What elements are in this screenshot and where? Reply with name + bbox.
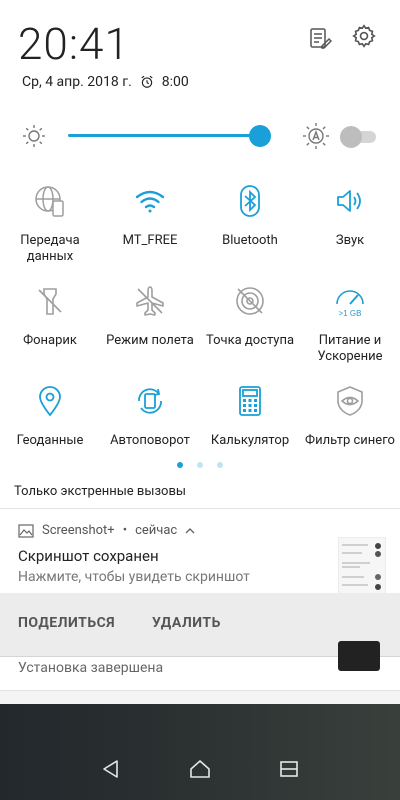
page-dot[interactable] xyxy=(197,462,203,468)
brightness-row xyxy=(0,112,400,158)
page-indicator xyxy=(0,462,400,474)
app-name: Screenshot+ xyxy=(42,523,115,538)
page-dot[interactable] xyxy=(217,462,223,468)
tile-label: Автоповорот xyxy=(110,433,190,448)
tile-label: Питание и Ускорение xyxy=(317,333,383,364)
emergency-calls-only: Только экстренные вызовы xyxy=(14,484,186,499)
tile-auto-rotate[interactable]: Автоповорот xyxy=(100,375,200,470)
tile-label: Точка доступа xyxy=(205,333,295,348)
tile-label: MT_FREE xyxy=(122,233,178,248)
bluetooth-icon xyxy=(232,183,268,219)
alarm-time: 8:00 xyxy=(161,74,189,90)
location-icon xyxy=(32,383,68,419)
delete-button[interactable]: УДАЛИТЬ xyxy=(152,615,221,631)
clock-time[interactable]: 20:41 xyxy=(18,20,130,68)
hotspot-off-icon xyxy=(232,283,268,319)
brightness-slider-thumb[interactable] xyxy=(249,125,271,147)
tile-mobile-data[interactable]: Передача данных xyxy=(0,175,100,270)
tile-calculator[interactable]: Калькулятор xyxy=(200,375,300,470)
notification-title: Скриншот сохранен xyxy=(18,547,159,565)
tile-wifi[interactable]: MT_FREE xyxy=(100,175,200,270)
auto-brightness-toggle[interactable] xyxy=(340,126,376,148)
tile-label: Режим полета xyxy=(106,333,194,348)
back-icon[interactable] xyxy=(98,756,124,782)
recent-apps-icon[interactable] xyxy=(276,756,302,782)
navigation-bar xyxy=(0,704,400,800)
tile-label: Геоданные xyxy=(16,433,84,448)
tile-label: Bluetooth xyxy=(222,233,278,248)
screenshot-thumbnail[interactable] xyxy=(338,537,386,597)
screenshot-notification[interactable]: Screenshot+ • сейчас Скриншот сохранен Н… xyxy=(0,508,400,659)
tile-label: Фонарик xyxy=(23,333,77,348)
flashlight-off-icon xyxy=(32,283,68,319)
blue-filter-icon xyxy=(332,383,368,419)
brightness-low-icon xyxy=(22,124,46,152)
tile-hotspot[interactable]: Точка доступа xyxy=(200,275,300,370)
tile-label: Фильтр синего xyxy=(305,433,395,448)
share-button[interactable]: ПОДЕЛИТЬСЯ xyxy=(18,615,115,631)
tile-blue-filter[interactable]: Фильтр синего xyxy=(300,375,400,470)
tile-location[interactable]: Геоданные xyxy=(0,375,100,470)
volume-icon xyxy=(332,183,368,219)
tile-airplane[interactable]: Режим полета xyxy=(100,275,200,370)
gear-icon[interactable] xyxy=(350,22,378,50)
notification-text: Нажмите, чтобы увидеть скриншот xyxy=(18,569,250,585)
boost-badge: >1 GB xyxy=(339,309,362,318)
install-notification[interactable]: Установка завершена xyxy=(0,641,400,691)
image-icon xyxy=(18,523,34,538)
edit-notes-icon[interactable] xyxy=(306,24,334,52)
separator: • xyxy=(122,523,128,538)
tile-label: Передача данных xyxy=(20,233,80,264)
tile-power-boost[interactable]: >1 GB Питание и Ускорение xyxy=(300,275,400,370)
page-dot[interactable] xyxy=(177,462,183,468)
wifi-icon xyxy=(132,183,168,219)
date-text: Ср, 4 апр. 2018 г. xyxy=(22,74,132,90)
chevron-up-icon[interactable] xyxy=(185,527,195,535)
airplane-icon xyxy=(132,283,168,319)
tile-sound[interactable]: Звук xyxy=(300,175,400,270)
home-icon[interactable] xyxy=(187,756,213,782)
tile-bluetooth[interactable]: Bluetooth xyxy=(200,175,300,270)
brightness-slider-track[interactable] xyxy=(68,134,260,137)
tile-label: Калькулятор xyxy=(210,433,290,448)
auto-brightness-icon xyxy=(302,122,330,154)
mobile-data-icon xyxy=(32,183,68,219)
notification-header: Screenshot+ • сейчас xyxy=(18,523,195,538)
install-notification-text: Установка завершена xyxy=(18,660,164,676)
tile-label: Звук xyxy=(335,233,365,248)
tile-flashlight[interactable]: Фонарик xyxy=(0,275,100,370)
auto-rotate-icon xyxy=(132,383,168,419)
notification-time: сейчас xyxy=(135,523,178,538)
alarm-clock-icon xyxy=(140,75,154,89)
panel-bottom-edge xyxy=(0,690,400,705)
boost-gauge-icon: >1 GB xyxy=(332,283,368,319)
calculator-icon xyxy=(232,383,268,419)
quick-settings-grid: Передача данных MT_FREE Bluetooth Звук Ф… xyxy=(0,175,400,465)
notification-thumbnail xyxy=(338,641,380,671)
date-row[interactable]: Ср, 4 апр. 2018 г. 8:00 xyxy=(22,74,189,90)
